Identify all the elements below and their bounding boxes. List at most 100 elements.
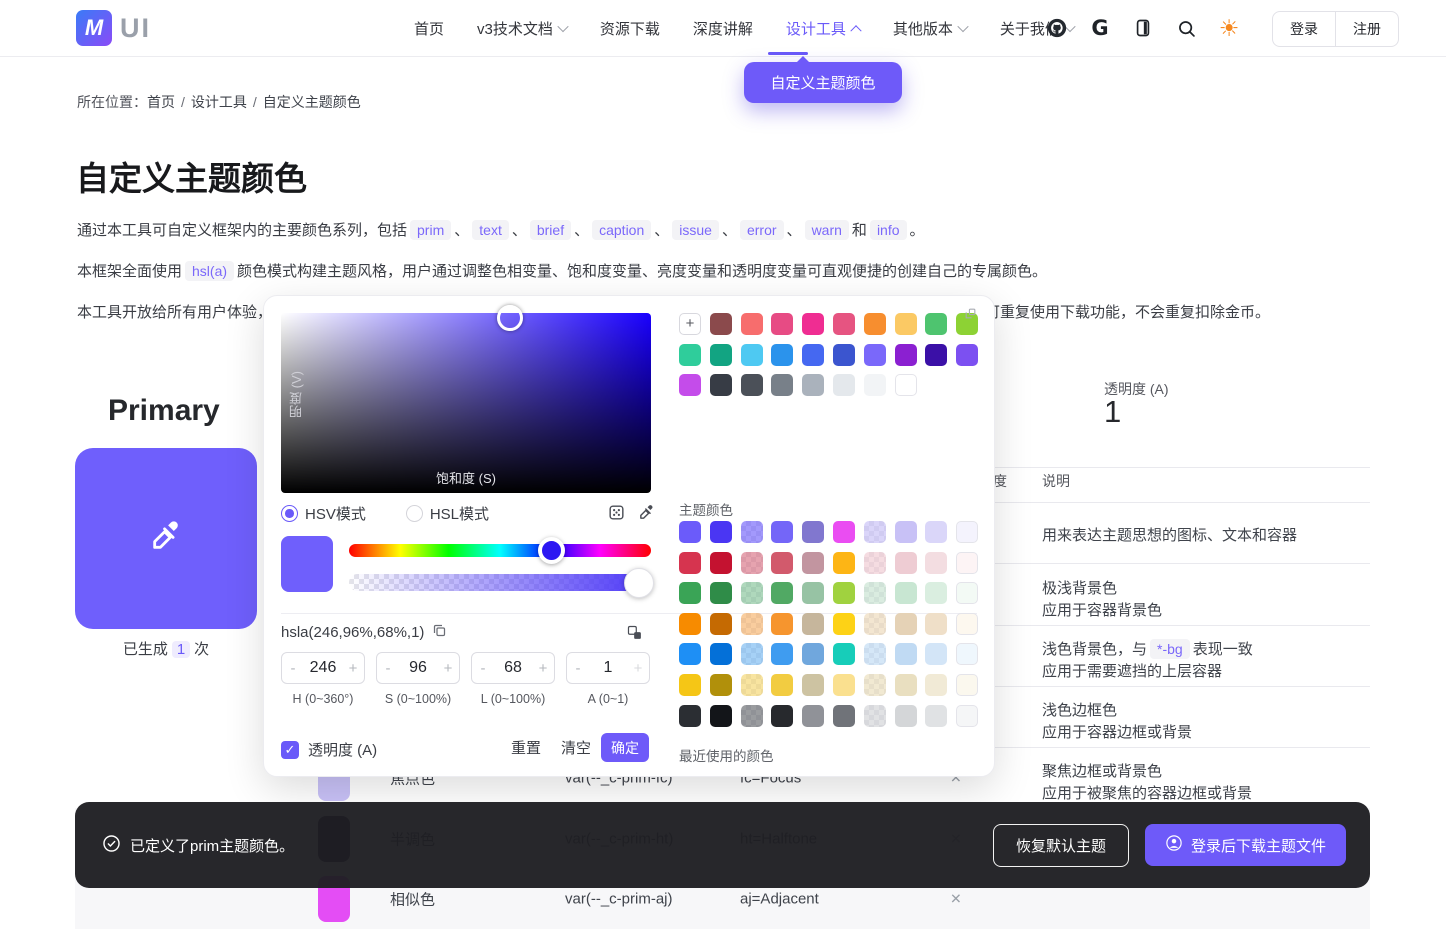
color-swatch[interactable] [679, 344, 701, 366]
theme-color-swatch[interactable] [679, 552, 701, 574]
theme-color-swatch[interactable] [802, 613, 824, 635]
theme-color-swatch[interactable] [864, 613, 886, 635]
theme-color-swatch[interactable] [802, 705, 824, 727]
color-swatch[interactable] [833, 313, 855, 335]
theme-color-swatch[interactable] [864, 552, 886, 574]
color-swatch[interactable] [895, 374, 917, 396]
theme-color-swatch[interactable] [956, 705, 978, 727]
nav-item-1[interactable]: v3技术文档 [477, 18, 567, 39]
theme-color-swatch[interactable] [895, 552, 917, 574]
color-swatch[interactable] [925, 344, 947, 366]
color-swatch[interactable] [741, 374, 763, 396]
theme-color-swatch[interactable] [833, 705, 855, 727]
theme-color-swatch[interactable] [679, 582, 701, 604]
add-color-button[interactable]: + [679, 313, 701, 335]
color-swatch[interactable] [802, 313, 824, 335]
theme-color-swatch[interactable] [895, 674, 917, 696]
color-swatch[interactable] [802, 344, 824, 366]
search-icon[interactable] [1175, 17, 1197, 39]
color-swatch[interactable] [741, 313, 763, 335]
color-swatch[interactable] [864, 313, 886, 335]
theme-color-swatch[interactable] [741, 643, 763, 665]
breadcrumb-item-0[interactable]: 首页 [147, 94, 175, 110]
minus-button[interactable]: - [472, 660, 494, 677]
minus-button[interactable]: - [282, 660, 304, 677]
nav-item-2[interactable]: 资源下载 [600, 18, 660, 39]
color-swatch[interactable] [679, 374, 701, 396]
theme-color-swatch[interactable] [925, 705, 947, 727]
primary-color-swatch[interactable] [75, 448, 257, 629]
theme-color-swatch[interactable] [741, 674, 763, 696]
theme-color-swatch[interactable] [771, 552, 793, 574]
hue-slider[interactable] [349, 544, 651, 557]
theme-color-swatch[interactable] [771, 643, 793, 665]
theme-color-swatch[interactable] [771, 674, 793, 696]
sv-handle[interactable] [497, 305, 523, 331]
alpha-slider-handle[interactable] [624, 568, 654, 598]
theme-color-swatch[interactable] [833, 643, 855, 665]
theme-color-swatch[interactable] [710, 521, 732, 543]
theme-color-swatch[interactable] [802, 521, 824, 543]
format-convert-icon[interactable] [626, 624, 643, 646]
saturation-value-panel[interactable]: 明度 (V) 饱和度 (S) [281, 313, 651, 493]
color-swatch[interactable] [771, 374, 793, 396]
color-swatch[interactable] [864, 344, 886, 366]
plus-button[interactable]: + [532, 660, 554, 677]
restore-default-theme-button[interactable]: 恢复默认主题 [993, 824, 1129, 867]
theme-color-swatch[interactable] [771, 521, 793, 543]
theme-color-swatch[interactable] [710, 582, 732, 604]
theme-color-swatch[interactable] [679, 705, 701, 727]
theme-color-swatch[interactable] [710, 552, 732, 574]
nav-item-3[interactable]: 深度讲解 [693, 18, 753, 39]
logo[interactable]: M UI [76, 10, 151, 46]
theme-color-swatch[interactable] [710, 613, 732, 635]
theme-color-swatch[interactable] [925, 613, 947, 635]
theme-color-swatch[interactable] [679, 613, 701, 635]
theme-color-swatch[interactable] [741, 613, 763, 635]
theme-color-swatch[interactable] [895, 582, 917, 604]
color-swatch[interactable] [710, 344, 732, 366]
stepper-value[interactable]: 1 [589, 659, 627, 677]
theme-color-swatch[interactable] [956, 521, 978, 543]
theme-color-swatch[interactable] [771, 613, 793, 635]
theme-color-swatch[interactable] [925, 552, 947, 574]
login-button[interactable]: 登录 [1273, 12, 1335, 46]
hsl-radio[interactable] [406, 505, 423, 522]
nav-item-5[interactable]: 其他版本 [893, 18, 967, 39]
color-swatch[interactable] [925, 313, 947, 335]
alpha-checkbox[interactable]: ✓ [281, 741, 299, 759]
theme-color-swatch[interactable] [864, 674, 886, 696]
copy-icon[interactable] [432, 623, 447, 642]
theme-color-swatch[interactable] [710, 674, 732, 696]
theme-color-swatch[interactable] [925, 521, 947, 543]
theme-color-swatch[interactable] [925, 582, 947, 604]
theme-color-swatch[interactable] [925, 674, 947, 696]
theme-color-swatch[interactable] [956, 674, 978, 696]
theme-color-swatch[interactable] [771, 705, 793, 727]
github-icon[interactable] [1046, 17, 1068, 39]
theme-color-swatch[interactable] [833, 613, 855, 635]
theme-color-swatch[interactable] [895, 521, 917, 543]
color-swatch[interactable] [833, 374, 855, 396]
confirm-button[interactable]: 确定 [601, 733, 649, 762]
color-swatch[interactable] [864, 374, 886, 396]
color-swatch[interactable] [741, 344, 763, 366]
alpha-slider[interactable] [349, 574, 651, 591]
plus-button[interactable]: + [342, 660, 364, 677]
theme-color-swatch[interactable] [741, 582, 763, 604]
theme-color-swatch[interactable] [895, 613, 917, 635]
theme-color-swatch[interactable] [741, 705, 763, 727]
theme-color-swatch[interactable] [679, 643, 701, 665]
theme-color-swatch[interactable] [833, 552, 855, 574]
theme-color-swatch[interactable] [710, 705, 732, 727]
theme-color-swatch[interactable] [895, 643, 917, 665]
theme-color-swatch[interactable] [710, 643, 732, 665]
nav-item-4[interactable]: 设计工具 [786, 18, 860, 39]
color-swatch[interactable] [956, 344, 978, 366]
minus-button[interactable]: - [377, 660, 399, 677]
theme-color-swatch[interactable] [833, 674, 855, 696]
float-window-icon[interactable] [964, 307, 977, 325]
breadcrumb-item-1[interactable]: 设计工具 [191, 94, 247, 110]
theme-color-swatch[interactable] [679, 674, 701, 696]
theme-sun-icon[interactable]: ☀ [1218, 17, 1240, 39]
